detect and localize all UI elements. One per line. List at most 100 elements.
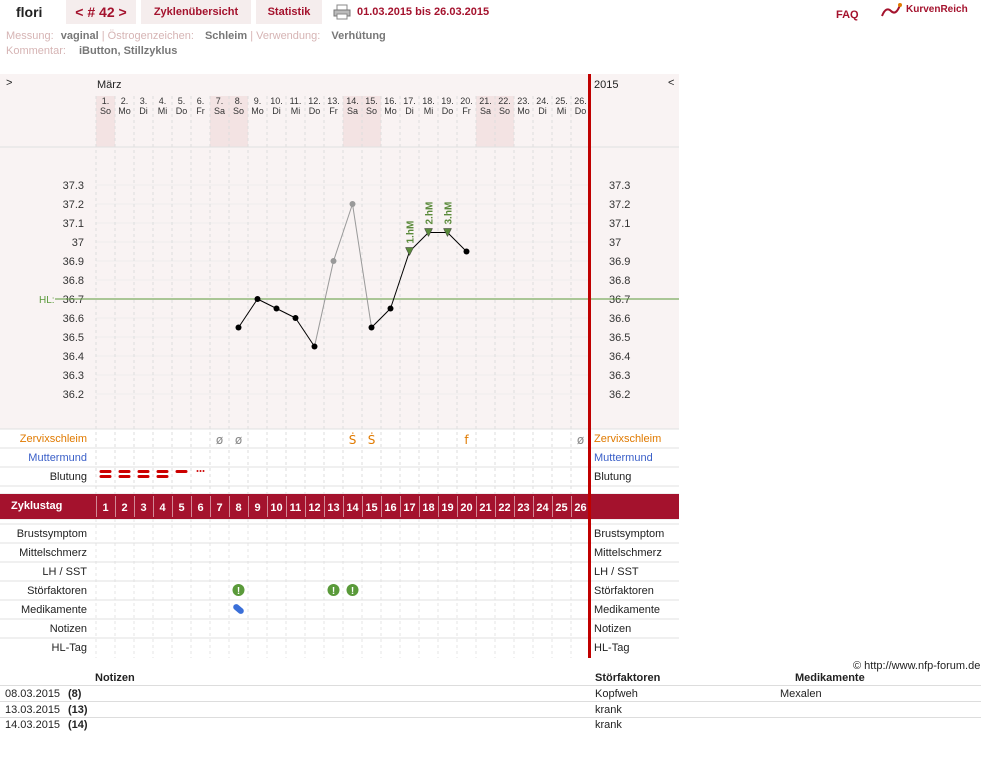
- note-row-day: (14): [68, 719, 88, 731]
- weekday-label: Mo: [118, 106, 131, 116]
- day-number: 5.: [178, 96, 186, 106]
- comment-value: iButton, Stillzyklus: [78, 45, 178, 57]
- blutung-spotting-dot: [202, 470, 205, 472]
- zyklustag-number: 24: [536, 502, 549, 514]
- usage-label: Verwendung:: [256, 30, 321, 42]
- note-row-day: (13): [68, 704, 88, 716]
- weekday-label: Di: [538, 106, 547, 116]
- day-number: 10.: [270, 96, 283, 106]
- faq-link[interactable]: FAQ: [836, 9, 859, 21]
- y-tick-label-left: 36.4: [63, 351, 84, 363]
- row-label-notizen-right: Notizen: [594, 623, 632, 635]
- temperature-point: [349, 201, 356, 207]
- y-tick-label-right: 36.7: [609, 294, 630, 306]
- y-tick-label-left: 36.8: [63, 275, 84, 287]
- zyklustag-number: 23: [517, 502, 529, 514]
- user-name: flori: [0, 0, 60, 24]
- day-number: 18.: [422, 96, 435, 106]
- tab-zyklenuebersicht[interactable]: Zyklenübersicht: [141, 0, 251, 24]
- date-range: 01.03.2015 bis 26.03.2015: [357, 6, 490, 18]
- y-tick-label-left: 36.2: [63, 389, 84, 401]
- zyklustag-number: 16: [384, 502, 396, 514]
- weekday-label: Do: [176, 106, 188, 116]
- hm-label: 2.hM: [425, 202, 436, 225]
- day-number: 9.: [254, 96, 262, 106]
- zervix-symbol: ø: [577, 433, 584, 447]
- row-label-notizen: Notizen: [49, 623, 87, 635]
- zyklustag-number: 18: [422, 502, 434, 514]
- day-number: 24.: [536, 96, 549, 106]
- printer-icon[interactable]: [333, 4, 351, 23]
- zyklustag-number: 26: [574, 502, 586, 514]
- zyklustag-number: 21: [479, 502, 491, 514]
- stoerfaktor-icon-mark: !: [237, 586, 240, 597]
- today-divider: [588, 74, 591, 658]
- blutung-mark: [137, 475, 150, 478]
- zyklustag-number: 8: [235, 502, 241, 514]
- zyklustag-number: 9: [254, 502, 260, 514]
- zyklustag-number: 1: [102, 502, 108, 514]
- y-tick-label-left: 36.3: [63, 370, 84, 382]
- day-number: 13.: [327, 96, 340, 106]
- notes-divider: [0, 685, 981, 686]
- note-row-day: (8): [68, 688, 82, 700]
- y-tick-label-left: 37.2: [63, 199, 84, 211]
- note-row-stoer: krank: [595, 704, 622, 716]
- weekday-label: Mi: [158, 106, 168, 116]
- weekday-label: So: [100, 106, 111, 116]
- med-header: Medikamente: [795, 672, 865, 684]
- day-number: 2.: [121, 96, 129, 106]
- day-number: 11.: [290, 96, 302, 106]
- y-tick-label-left: 36.6: [63, 313, 84, 325]
- weekday-label: Di: [405, 106, 414, 116]
- row-label-brustsymptom: Brustsymptom: [16, 528, 87, 540]
- estrogen-value: Schleim: [204, 30, 248, 42]
- row-label-medikamente: Medikamente: [20, 604, 87, 616]
- day-number: 21.: [479, 96, 492, 106]
- row-label-stoerfaktoren: Störfaktoren: [27, 585, 87, 597]
- weekday-label: Sa: [214, 106, 225, 116]
- weekday-label: Do: [575, 106, 587, 116]
- cycle-switcher[interactable]: < # 42 >: [66, 0, 136, 24]
- weekday-label: Mi: [291, 106, 301, 116]
- row-label-mittelschmerz: Mittelschmerz: [19, 547, 87, 559]
- temperature-point: [368, 324, 375, 331]
- day-number: 22.: [498, 96, 511, 106]
- y-tick-label-left: 36.9: [63, 256, 84, 268]
- chart-prev-button[interactable]: >: [6, 77, 12, 89]
- notes-divider: [0, 701, 981, 702]
- estrogen-label: Östrogenzeichen:: [107, 30, 194, 42]
- zyklustag-number: 6: [197, 502, 203, 514]
- notes-divider: [0, 717, 981, 718]
- blutung-spotting-dot: [196, 470, 199, 472]
- day-number: 8.: [235, 96, 243, 106]
- zervix-label-left: Zervixschleim: [19, 433, 87, 445]
- day-number: 19.: [441, 96, 454, 106]
- zervix-label-right: Zervixschleim: [594, 433, 662, 445]
- weekday-label: Di: [272, 106, 281, 116]
- row-label-lh-sst: LH / SST: [42, 566, 87, 578]
- weekday-label: So: [366, 106, 377, 116]
- logo-text: KurvenReich: [906, 4, 968, 15]
- zyklustag-number: 19: [441, 502, 453, 514]
- zyklustag-label: Zyklustag: [11, 500, 63, 512]
- y-tick-label-right: 36.3: [609, 370, 630, 382]
- day-number: 3.: [140, 96, 148, 106]
- zervix-symbol: ø: [235, 433, 242, 447]
- cycle-chart: 1. So 2. Mo 3. Di 4. Mi 5. Do 6. Fr 7. Sa 8. So 9. Mo 10. D…: [0, 74, 679, 658]
- y-tick-label-right: 37.2: [609, 199, 630, 211]
- chart-next-button[interactable]: <: [668, 77, 674, 89]
- y-tick-label-right: 36.6: [609, 313, 630, 325]
- temperature-point: [254, 296, 261, 302]
- hm-label: 1.hM: [406, 221, 417, 244]
- row-label-medikamente-right: Medikamente: [594, 604, 661, 616]
- hm-label: 3.hM: [444, 202, 455, 225]
- tab-statistik[interactable]: Statistik: [256, 0, 322, 24]
- note-row-date: 14.03.2015: [5, 719, 61, 731]
- muttermund-label-right: Muttermund: [594, 452, 653, 464]
- stoer-header: Störfaktoren: [595, 672, 661, 684]
- weekday-label: Mi: [557, 106, 567, 116]
- kurvenreich-logo-icon[interactable]: [880, 2, 902, 23]
- chart-svg: 1.So2.Mo3.Di4.Mi5.Do6.Fr7.Sa8.So9.Mo10.D…: [0, 74, 679, 658]
- blutung-mark: [137, 470, 150, 473]
